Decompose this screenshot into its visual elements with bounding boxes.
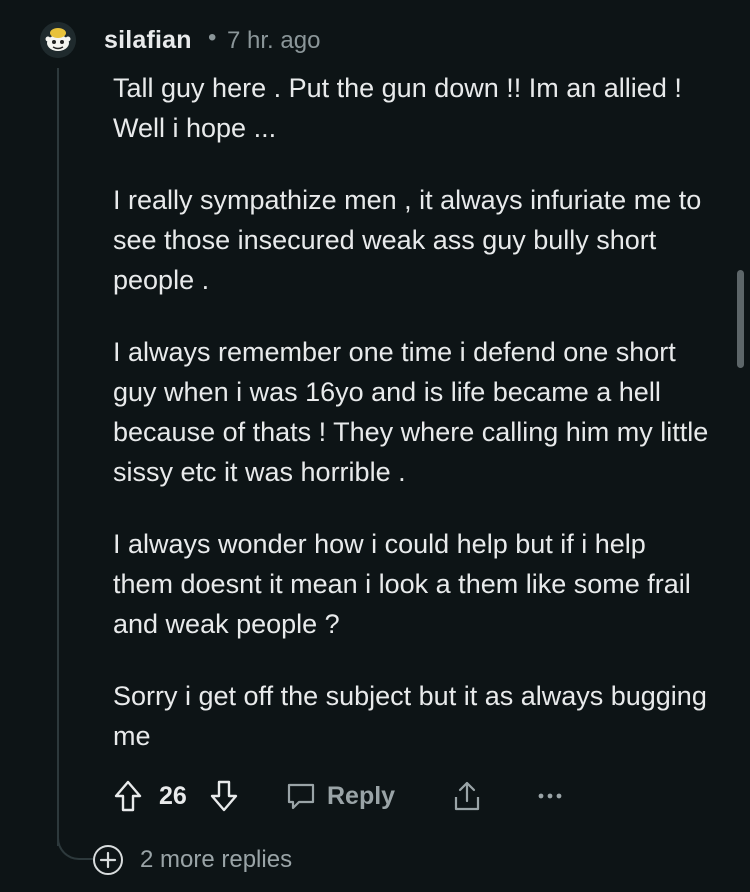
upvote-arrow-icon [114, 780, 142, 812]
vote-count: 26 [159, 776, 187, 816]
ellipsis-icon [538, 793, 562, 799]
username[interactable]: silafian [104, 26, 192, 55]
plus-circle-icon [93, 845, 123, 875]
comment-paragraph: I really sympathize men , it always infu… [113, 185, 702, 295]
vote-count-label: 26 [159, 781, 187, 810]
more-replies-label: 2 more replies [140, 846, 293, 873]
more-replies-button[interactable]: 2 more replies [92, 844, 292, 876]
downvote-button[interactable] [209, 776, 239, 816]
thread-connector [57, 830, 93, 860]
comment-paragraph: Tall guy here . Put the gun down !! Im a… [113, 73, 682, 143]
share-icon [454, 781, 480, 811]
snoo-avatar-icon [40, 22, 76, 58]
comment-body: Tall guy here . Put the gun down !! Im a… [113, 68, 713, 788]
avatar[interactable] [40, 22, 76, 58]
comment-action-bar: 26 Reply [113, 776, 573, 816]
reply-button[interactable]: Reply [285, 776, 395, 816]
comment-paragraph: I always remember one time i defend one … [113, 337, 709, 487]
comment-paragraph: Sorry i get off the subject but it as al… [113, 681, 707, 751]
reply-label: Reply [327, 781, 396, 810]
thread-line[interactable] [57, 68, 59, 846]
downvote-arrow-icon [210, 780, 238, 812]
comment-paragraph: I always wonder how i could help but if … [113, 529, 691, 639]
timestamp: 7 hr. ago [227, 27, 321, 54]
upvote-button[interactable] [113, 776, 143, 816]
speech-bubble-icon [287, 783, 315, 810]
share-button[interactable] [451, 776, 483, 816]
more-options-button[interactable] [537, 776, 563, 816]
comment-page: silafian • 7 hr. ago Tall guy here . Put… [0, 0, 750, 892]
meta-separator: • [208, 24, 217, 51]
scrollbar[interactable] [737, 270, 744, 368]
